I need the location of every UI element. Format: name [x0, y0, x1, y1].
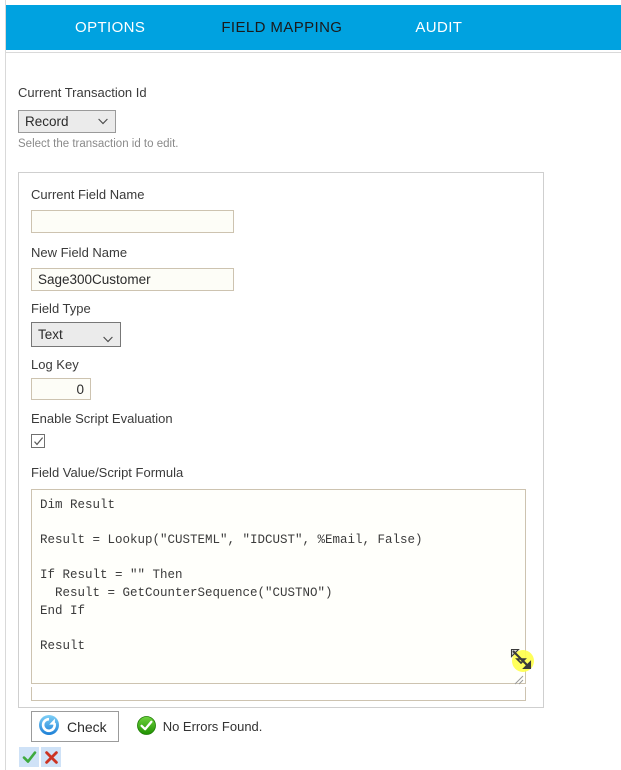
confirm-button[interactable] — [19, 747, 39, 767]
field-type-select[interactable]: Text — [31, 322, 121, 347]
script-check-row: Check No Errors Found. — [31, 711, 529, 742]
check-button[interactable]: Check — [31, 711, 119, 742]
enable-script-evaluation-checkbox[interactable] — [31, 434, 45, 448]
script-formula-label: Field Value/Script Formula — [31, 465, 184, 480]
tab-options[interactable]: OPTIONS — [75, 19, 145, 36]
log-key-label: Log Key — [31, 357, 79, 372]
tab-audit[interactable]: AUDIT — [415, 19, 462, 36]
transaction-id-select-wrapper: Record — [18, 110, 116, 133]
current-transaction-id-label: Current Transaction Id — [18, 85, 147, 100]
enable-script-evaluation-label: Enable Script Evaluation — [31, 411, 173, 426]
current-field-name-input[interactable] — [31, 210, 234, 233]
field-type-select-wrapper: Text — [31, 322, 121, 357]
green-check-circle-icon — [136, 715, 156, 738]
script-editor-wrapper: Dim Result Result = Lookup("CUSTEML", "I… — [31, 489, 526, 687]
top-navigation-bar: OPTIONS FIELD MAPPING AUDIT — [6, 5, 621, 50]
new-field-name-input[interactable] — [31, 268, 234, 291]
tab-field-mapping[interactable]: FIELD MAPPING — [221, 19, 342, 36]
log-key-input[interactable] — [31, 378, 91, 400]
current-field-name-label: Current Field Name — [31, 187, 145, 202]
page-left-border — [5, 0, 6, 770]
current-transaction-id-group: Current Transaction Id Record Select the… — [18, 85, 418, 150]
new-field-name-label: New Field Name — [31, 245, 128, 260]
cancel-button[interactable] — [41, 747, 61, 767]
checkmark-icon — [34, 437, 44, 446]
red-cross-icon — [44, 750, 58, 764]
nav-hairline — [6, 52, 621, 53]
script-status: No Errors Found. — [136, 715, 263, 738]
refresh-icon — [38, 714, 60, 739]
bottom-action-bar — [19, 747, 61, 767]
transaction-id-select[interactable]: Record — [18, 110, 116, 133]
green-checkmark-icon — [22, 750, 36, 763]
field-mapping-panel: Current Field Name New Field Name Field … — [18, 172, 544, 742]
field-type-label: Field Type — [31, 301, 91, 316]
check-button-label: Check — [67, 718, 107, 735]
script-editor-footer-strip — [31, 687, 526, 701]
transaction-id-help-text: Select the transaction id to edit. — [18, 138, 179, 150]
script-formula-textarea[interactable]: Dim Result Result = Lookup("CUSTEML", "I… — [31, 489, 526, 684]
status-message: No Errors Found. — [162, 719, 263, 734]
